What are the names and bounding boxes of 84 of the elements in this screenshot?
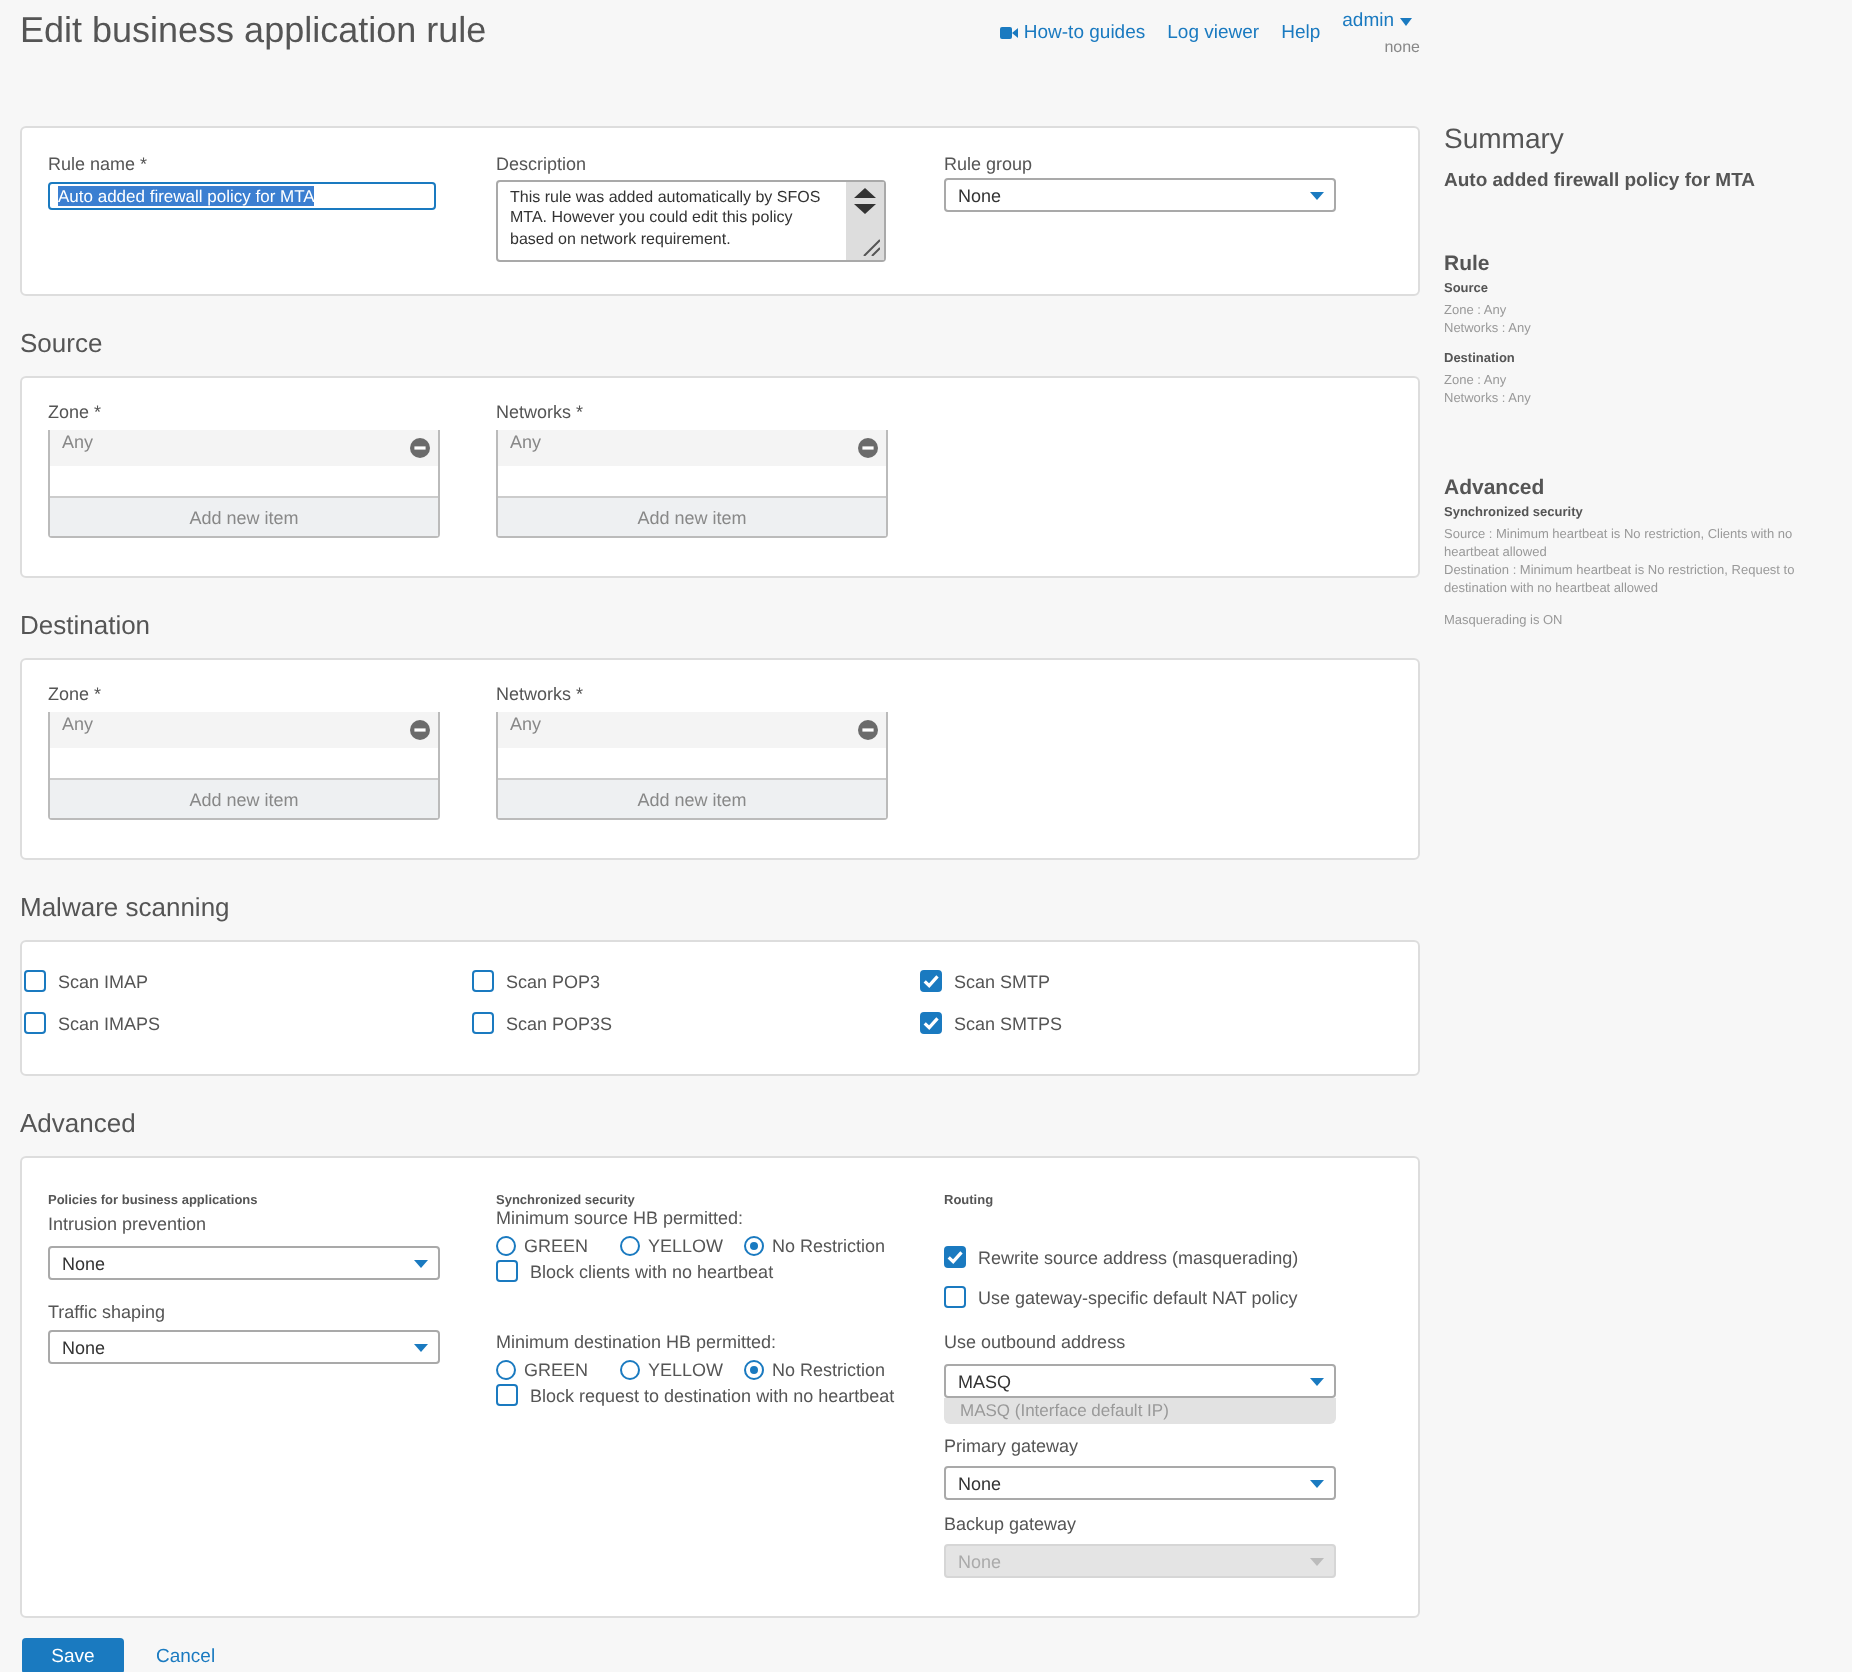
radio-label[interactable]: No Restriction [772,1236,886,1256]
user-subtitle: none [1384,38,1420,56]
header-link[interactable]: How-to guides [999,10,1146,56]
checkbox-label[interactable]: Scan POP3 [506,971,601,991]
checkbox[interactable] [920,1012,942,1034]
summary-title: Summary [1444,122,1566,154]
checkbox-label[interactable]: Block request to destination with no heartbeat [530,1385,895,1405]
dropdown[interactable]: None [48,1246,440,1280]
rule-name-field[interactable]: Auto added firewall policy for MTA [48,182,436,210]
checkbox-label[interactable]: Rewrite source address (masquerading) [978,1247,1299,1267]
caret-icon [1310,1377,1324,1385]
field-label: Networks * [496,402,586,422]
dropdown[interactable]: None [944,1466,1336,1500]
checkbox-label[interactable]: Scan SMTP [954,971,1051,991]
radio-button[interactable] [744,1236,764,1256]
section-heading: Destination [20,608,153,644]
field-label: Zone * [48,402,104,422]
user-menu[interactable]: admin [1342,10,1412,32]
radio-label[interactable]: YELLOW [648,1236,724,1256]
caret-icon [1310,1479,1324,1487]
checkbox[interactable] [472,970,494,992]
caret-icon [1400,17,1412,25]
checkbox[interactable] [944,1286,966,1308]
cancel-link[interactable]: Cancel [156,1645,216,1667]
header-link[interactable]: Log viewer [1167,10,1260,56]
remove-icon[interactable] [858,438,878,458]
checkbox[interactable] [24,1012,46,1034]
checkbox-label[interactable]: Scan IMAP [58,971,149,991]
resize-grip-icon[interactable] [862,238,880,256]
page-title: Edit business application rule [20,10,487,52]
field-label: Description [496,154,589,174]
dropdown[interactable]: None [944,178,1336,212]
description-field[interactable]: This rule was added automatically by SFOS MTA. However you could edit this policy based on network requirement. [496,180,886,262]
summary-section-title: Advanced [1444,476,1547,500]
checkbox[interactable] [24,970,46,992]
scroll-arrows-icon[interactable] [854,188,876,214]
radio-button[interactable] [496,1360,516,1380]
radio-button[interactable] [620,1236,640,1256]
field-label: Networks * [496,684,586,704]
radio-label[interactable]: YELLOW [648,1360,724,1380]
field-label: Rule name * [48,154,150,174]
field-label: Rule group [944,154,1035,174]
checkbox-label[interactable]: Scan POP3S [506,1013,613,1033]
caret-icon [414,1343,428,1351]
radio-button[interactable] [744,1360,764,1380]
field-label: Use outbound address [944,1332,1128,1352]
radio-label[interactable]: No Restriction [772,1360,886,1380]
checkbox-label[interactable]: Block clients with no heartbeat [530,1261,774,1281]
remove-icon[interactable] [410,720,430,740]
checkbox[interactable] [944,1246,966,1268]
field-label: Minimum source HB permitted: [496,1208,746,1228]
dropdown[interactable]: MASQ [944,1364,1336,1398]
radio-button[interactable] [620,1360,640,1380]
field-label: Minimum destination HB permitted: [496,1332,779,1352]
remove-icon[interactable] [410,438,430,458]
address-note: MASQ (Interface default IP) [944,1398,1336,1424]
summary-rule-name: Auto added firewall policy for MTA [1444,170,1758,192]
checkbox[interactable] [496,1384,518,1406]
radio-label[interactable]: GREEN [524,1360,589,1380]
checkbox[interactable] [496,1260,518,1282]
checkbox-label[interactable]: Scan IMAPS [58,1013,161,1033]
field-label: Intrusion prevention [48,1214,209,1234]
save-button[interactable]: Save [22,1638,124,1672]
radio-label[interactable]: GREEN [524,1236,589,1256]
checkbox-label[interactable]: Use gateway-specific default NAT policy [978,1287,1298,1307]
dropdown[interactable]: None [48,1330,440,1364]
radio-button[interactable] [496,1236,516,1256]
field-label: Traffic shaping [48,1302,168,1322]
checkbox-label[interactable]: Scan SMTPS [954,1013,1063,1033]
field-label: Zone * [48,684,104,704]
section-heading: Source [20,326,105,362]
checkbox[interactable] [920,970,942,992]
video-camera-icon [999,26,1018,40]
checkbox[interactable] [472,1012,494,1034]
caret-icon [1310,191,1324,199]
field-label: Primary gateway [944,1436,1081,1456]
section-heading: Advanced [20,1106,138,1142]
caret-icon [1310,1557,1324,1565]
summary-section-title: Rule [1444,252,1492,276]
caret-icon [414,1259,428,1267]
remove-icon[interactable] [858,720,878,740]
field-label: Backup gateway [944,1514,1079,1534]
section-heading: Malware scanning [20,890,232,926]
header-link[interactable]: Help [1281,10,1321,56]
